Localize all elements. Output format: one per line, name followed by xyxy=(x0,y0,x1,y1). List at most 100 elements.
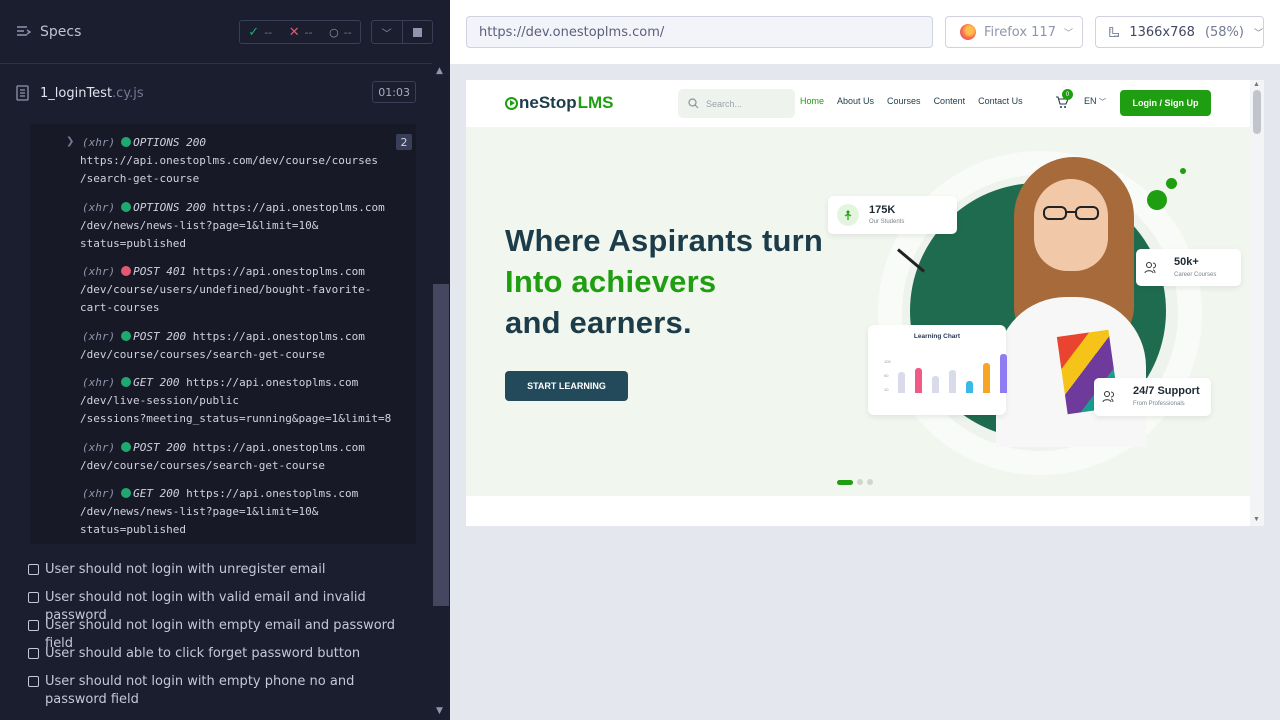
pending-stat: ○ -- xyxy=(329,26,352,39)
test-stats: ✓ -- ✕ -- ○ -- xyxy=(239,20,361,44)
log-entry[interactable]: (xhr) OPTIONS 200 https://api.onestoplms.… xyxy=(30,199,416,253)
specs-label: Specs xyxy=(40,24,82,40)
carousel-dot-1[interactable] xyxy=(837,479,853,485)
runner-scrollbar[interactable]: ▲ ▼ xyxy=(432,64,450,720)
spec-file-row[interactable]: 1_loginTest.cy.js 01:03 xyxy=(16,80,416,106)
site-logo[interactable]: neStop LMS xyxy=(505,93,614,113)
log-entry[interactable]: (xhr) OPTIONS 200 https://api.onestoplms.c… xyxy=(30,134,416,188)
support-label: From Professionals xyxy=(1133,401,1185,407)
status-dot-icon xyxy=(121,488,132,498)
log-method: OPTIONS 200 xyxy=(133,201,206,214)
nav-contact-us[interactable]: Contact Us xyxy=(978,96,1023,106)
viewport-info[interactable]: 1366x768 (58%) ﹀ xyxy=(1095,16,1264,48)
log-method: POST 401 xyxy=(133,265,187,278)
specs-button[interactable]: Specs xyxy=(16,24,81,40)
log-entry[interactable]: (xhr) POST 200 https://api.onestoplms.com… xyxy=(30,328,416,364)
hero-heading-line3: and earners. xyxy=(505,305,692,340)
nav-content[interactable]: Content xyxy=(934,96,966,106)
site-scrollbar-thumb[interactable] xyxy=(1253,90,1261,134)
courses-count: 50k+ xyxy=(1174,256,1199,268)
log-url: https://api.onestoplms.com xyxy=(192,441,365,454)
scroll-up-arrow-icon[interactable]: ▲ xyxy=(436,66,443,76)
test-pending-icon xyxy=(28,564,39,575)
log-type: (xhr) xyxy=(82,441,116,454)
scroll-down-arrow-icon[interactable]: ▼ xyxy=(436,706,443,716)
spec-file-name: 1_loginTest.cy.js xyxy=(40,86,144,101)
users-icon xyxy=(1140,257,1162,279)
nav-home[interactable]: Home xyxy=(800,96,824,106)
start-learning-button[interactable]: START LEARNING xyxy=(505,371,628,401)
viewport-zoom: (58%) xyxy=(1204,24,1244,40)
learning-chart-title: Learning Chart xyxy=(913,333,961,340)
pending-count: -- xyxy=(343,25,352,39)
log-url: https://api.onestoplms.com xyxy=(186,376,359,389)
test-pending-icon xyxy=(28,648,39,659)
log-url: /dev/course/users/undefined/bought-favor… xyxy=(80,283,372,296)
log-entry[interactable]: (xhr) GET 200 https://api.onestoplms.com /… xyxy=(30,374,416,428)
hero-heading-line1: Where Aspirants turn xyxy=(505,223,824,258)
log-entry[interactable]: (xhr) POST 200 https://api.onestoplms.com… xyxy=(30,439,416,475)
login-signup-button[interactable]: Login / Sign Up xyxy=(1120,90,1211,116)
log-entry[interactable]: (xhr) GET 200 https://api.onestoplms.com /… xyxy=(30,485,416,539)
student-glasses xyxy=(1043,206,1099,220)
site-scrollbar[interactable]: ▲ ▼ xyxy=(1250,80,1264,526)
options-dropdown-button[interactable]: ﹀ xyxy=(372,21,403,43)
log-url: /search-get-course xyxy=(80,172,200,185)
log-type: (xhr) xyxy=(82,330,116,343)
log-url: https://api.onestoplms.com xyxy=(192,265,365,278)
spec-name-text: 1_loginTest xyxy=(40,85,113,101)
play-logo-icon xyxy=(505,96,518,110)
chevron-down-icon: ﹀ xyxy=(381,28,392,40)
nav-courses[interactable]: Courses xyxy=(887,96,921,106)
logo-text: neStop xyxy=(519,93,577,112)
test-item[interactable]: User should able to click forget passwor… xyxy=(28,645,398,663)
student-face xyxy=(1034,179,1108,271)
log-url: https://api.onestoplms.com xyxy=(192,330,365,343)
spinner-icon: ○ xyxy=(329,25,339,39)
logo-accent: LMS xyxy=(577,93,614,112)
carousel-dot-2[interactable] xyxy=(857,479,863,485)
nav-about-us[interactable]: About Us xyxy=(837,96,874,106)
courses-stat-card: 50k+ Career Courses xyxy=(1136,249,1241,286)
log-type: (xhr) xyxy=(82,265,116,278)
scroll-down-arrow-icon[interactable]: ▼ xyxy=(1253,516,1260,523)
search-icon xyxy=(688,98,699,109)
stop-icon xyxy=(412,27,422,37)
scrollbar-thumb[interactable] xyxy=(433,284,449,606)
test-pending-icon xyxy=(28,592,39,603)
log-url: /dev/news/news-list?page=1&limit=10& xyxy=(80,505,319,518)
chart-bar xyxy=(898,372,905,393)
test-item[interactable]: User should not login with unregister em… xyxy=(28,561,398,579)
log-entry[interactable]: (xhr) POST 401 https://api.onestoplms.com… xyxy=(30,263,416,317)
site-search-input[interactable]: Search... xyxy=(678,89,795,118)
chart-bar xyxy=(966,381,973,393)
url-bar[interactable]: https://dev.onestoplms.com/ xyxy=(466,16,933,48)
decor-dot-small xyxy=(1180,168,1186,174)
spec-duration: 01:03 xyxy=(372,81,416,103)
log-method: OPTIONS 200 xyxy=(133,136,206,149)
language-selector[interactable]: EN ﹀ xyxy=(1084,96,1106,107)
scroll-up-arrow-icon[interactable]: ▲ xyxy=(1253,81,1260,88)
log-url: /dev/course/courses/search-get-course xyxy=(80,459,326,472)
hero-heading-line2: Into achievers xyxy=(505,264,717,299)
status-dot-icon xyxy=(121,377,132,387)
log-url: /sessions?meeting_status=running&page=1&… xyxy=(80,412,392,425)
support-stat-card: 24/7 Support From Professionals xyxy=(1094,378,1211,416)
carousel-dot-3[interactable] xyxy=(867,479,873,485)
log-url: /dev/news/news-list?page=1&limit=10& xyxy=(80,219,319,232)
status-dot-icon xyxy=(121,137,132,147)
log-url: /dev/live-session/public xyxy=(80,394,239,407)
log-method: GET 200 xyxy=(133,487,180,500)
browser-selector[interactable]: Firefox 117 ﹀ xyxy=(945,16,1083,48)
command-log: ❯ 2 (xhr) OPTIONS 200 https://api.onestopl… xyxy=(30,124,416,544)
site-navbar: neStop LMS Search... Home About Us Course… xyxy=(466,80,1250,127)
chart-bar xyxy=(915,368,922,393)
cart-count-badge: 0 xyxy=(1062,89,1073,100)
chart-bar xyxy=(949,370,956,393)
nav-links: Home About Us Courses Content Contact Us xyxy=(800,96,1023,106)
stop-button[interactable] xyxy=(403,21,433,43)
test-pending-icon xyxy=(28,620,39,631)
test-pending-icon xyxy=(28,676,39,687)
passed-count: -- xyxy=(264,25,273,39)
test-item[interactable]: User should not login with empty phone n… xyxy=(28,673,398,709)
